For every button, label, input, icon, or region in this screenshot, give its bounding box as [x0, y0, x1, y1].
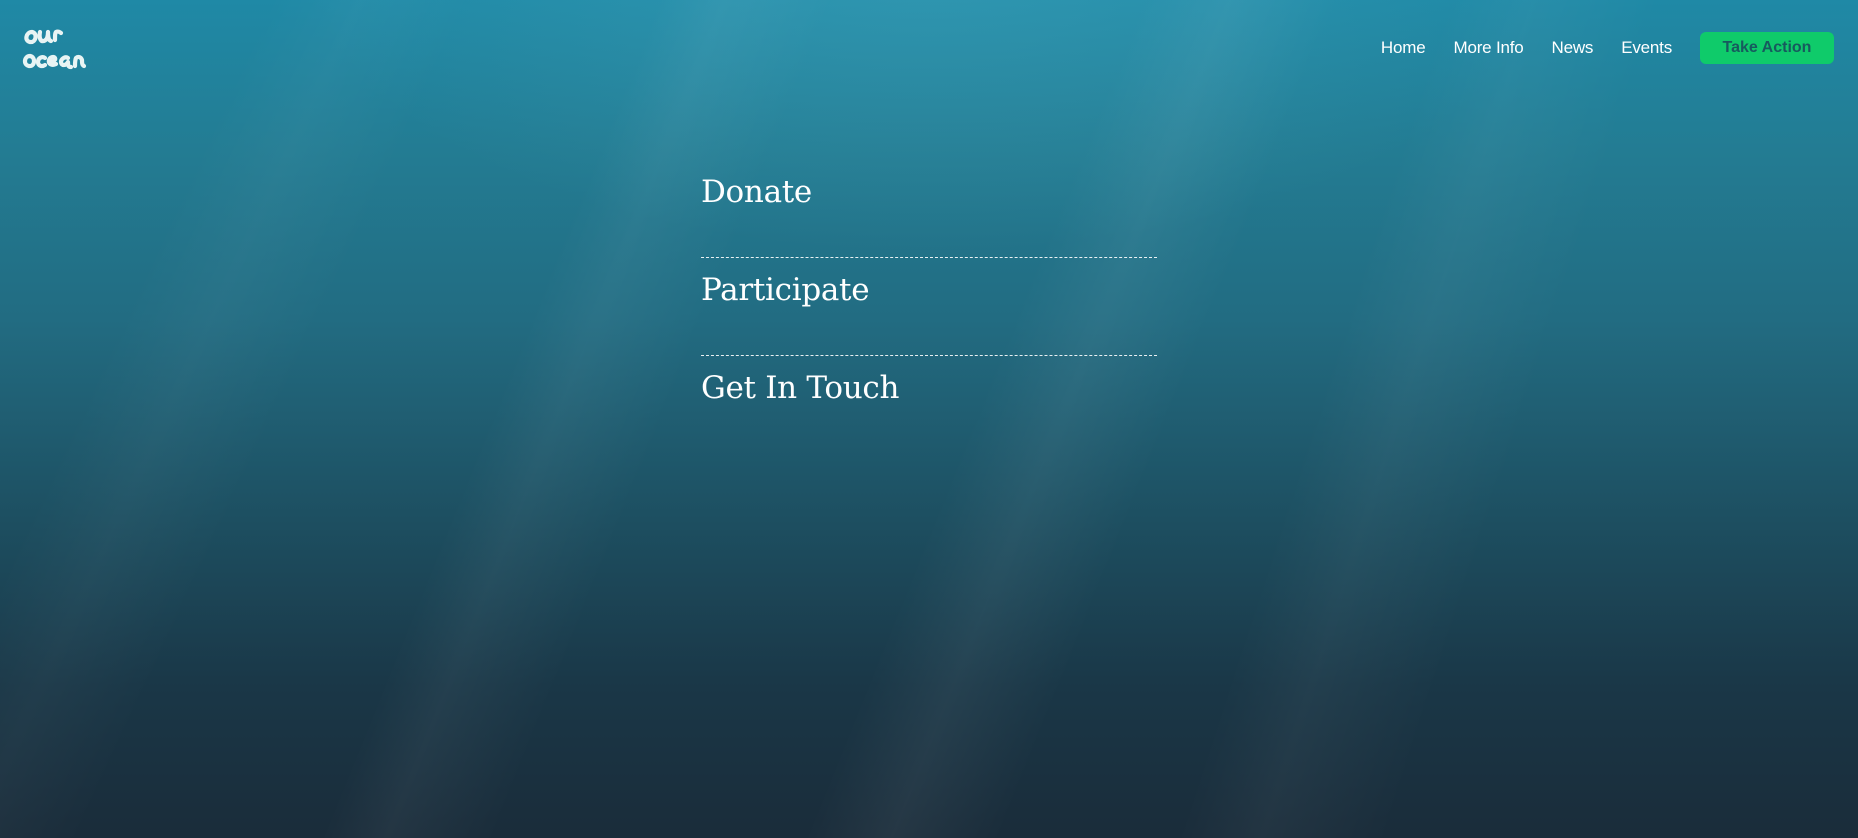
- take-action-button[interactable]: Take Action: [1700, 32, 1834, 64]
- menu-item-donate[interactable]: Donate: [701, 160, 1157, 258]
- our-ocean-logo[interactable]: [22, 18, 106, 74]
- main-nav: Home More Info News Events Take Action: [1381, 32, 1834, 64]
- menu-item-participate[interactable]: Participate: [701, 258, 1157, 356]
- nav-link-more-info[interactable]: More Info: [1453, 32, 1523, 64]
- menu-item-get-in-touch[interactable]: Get In Touch: [701, 356, 1157, 454]
- nav-link-news[interactable]: News: [1552, 32, 1594, 64]
- action-menu: Donate Participate Get In Touch: [701, 160, 1157, 454]
- nav-link-events[interactable]: Events: [1621, 32, 1672, 64]
- nav-link-home[interactable]: Home: [1381, 32, 1426, 64]
